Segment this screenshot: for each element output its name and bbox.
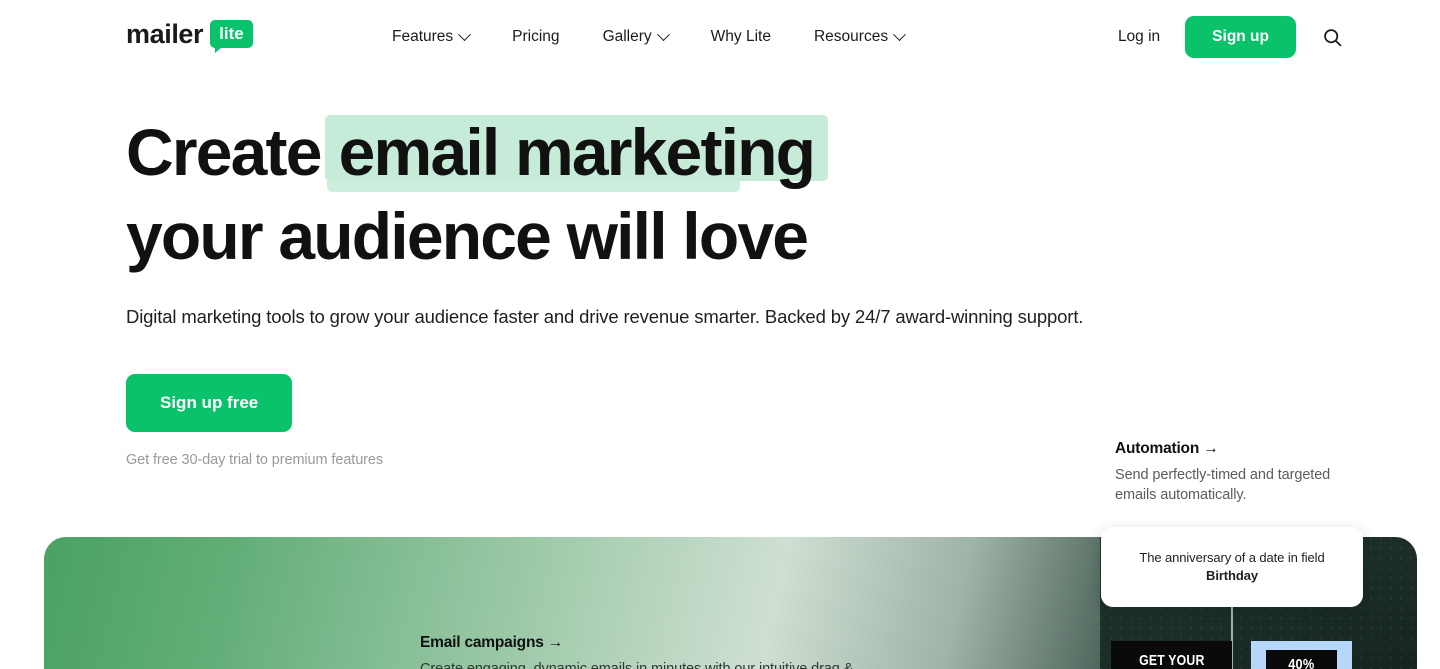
headline-line-2: your audience will love xyxy=(126,199,809,273)
nav-label-why-lite: Why Lite xyxy=(710,28,771,45)
chevron-down-icon xyxy=(893,27,906,41)
email-campaigns-callout[interactable]: Email campaigns → Create engaging, dynam… xyxy=(420,634,980,669)
headline-highlight: email marketing xyxy=(324,110,829,196)
signup-button[interactable]: Sign up xyxy=(1185,16,1296,58)
automation-trigger-text: The anniversary of a date in field Birth… xyxy=(1119,549,1345,585)
trigger-field-name: Birthday xyxy=(1206,568,1258,583)
nav-item-pricing[interactable]: Pricing xyxy=(512,28,559,46)
search-icon[interactable] xyxy=(1320,25,1344,49)
page-title: Create email marketing your audience will… xyxy=(126,110,1326,276)
nav-label-features: Features xyxy=(392,28,454,45)
hero-subheadline: Digital marketing tools to grow your aud… xyxy=(126,306,1084,327)
promo-banner-discount: 40% xyxy=(1251,641,1352,669)
nav-item-features[interactable]: Features xyxy=(392,27,472,46)
login-link[interactable]: Log in xyxy=(1118,28,1160,46)
automation-title: Automation → xyxy=(1115,440,1219,457)
promo-banner-headline: GET YOUR xyxy=(1111,641,1232,669)
logo-text: mailer xyxy=(126,18,204,49)
automation-description: Send perfectly-timed and targeted emails… xyxy=(1115,467,1331,503)
automation-callout[interactable]: Automation → Send perfectly-timed and ta… xyxy=(1115,440,1375,505)
header-actions: Log in Sign up xyxy=(1118,0,1344,74)
hero-section: Create email marketing your audience will… xyxy=(126,110,1326,468)
main-navigation: Features Pricing Gallery Why Lite Resour… xyxy=(392,0,906,74)
promo-discount-box: 40% xyxy=(1266,650,1337,669)
site-logo[interactable]: mailer lite xyxy=(126,18,253,53)
nav-item-why-lite[interactable]: Why Lite xyxy=(711,28,771,46)
email-campaigns-title: Email campaigns → xyxy=(420,634,564,651)
headline-text-create: Create xyxy=(126,115,322,189)
site-header: mailer lite Features Pricing Gallery Why… xyxy=(0,0,1440,74)
trigger-text-prefix: The anniversary of a date in field xyxy=(1139,550,1325,565)
nav-label-resources: Resources xyxy=(813,28,889,45)
nav-item-gallery[interactable]: Gallery xyxy=(602,27,670,46)
chevron-down-icon xyxy=(458,27,472,41)
chevron-down-icon xyxy=(656,27,670,41)
promo-discount-text: 40% xyxy=(1288,655,1315,669)
signup-free-button[interactable]: Sign up free xyxy=(126,374,293,432)
headline-highlight-text: email marketing xyxy=(338,115,816,189)
automation-trigger-card: The anniversary of a date in field Birth… xyxy=(1101,527,1363,607)
nav-item-resources[interactable]: Resources xyxy=(813,27,906,46)
promo-headline-text: GET YOUR xyxy=(1138,651,1205,669)
email-campaigns-description: Create engaging, dynamic emails in minut… xyxy=(420,661,854,669)
nav-label-gallery: Gallery xyxy=(602,28,652,45)
logo-badge: lite xyxy=(210,20,253,53)
headline-line-1: Create email marketing xyxy=(126,110,1326,196)
landing-page: mailer lite Features Pricing Gallery Why… xyxy=(0,0,1440,669)
nav-label-pricing: Pricing xyxy=(512,28,560,45)
